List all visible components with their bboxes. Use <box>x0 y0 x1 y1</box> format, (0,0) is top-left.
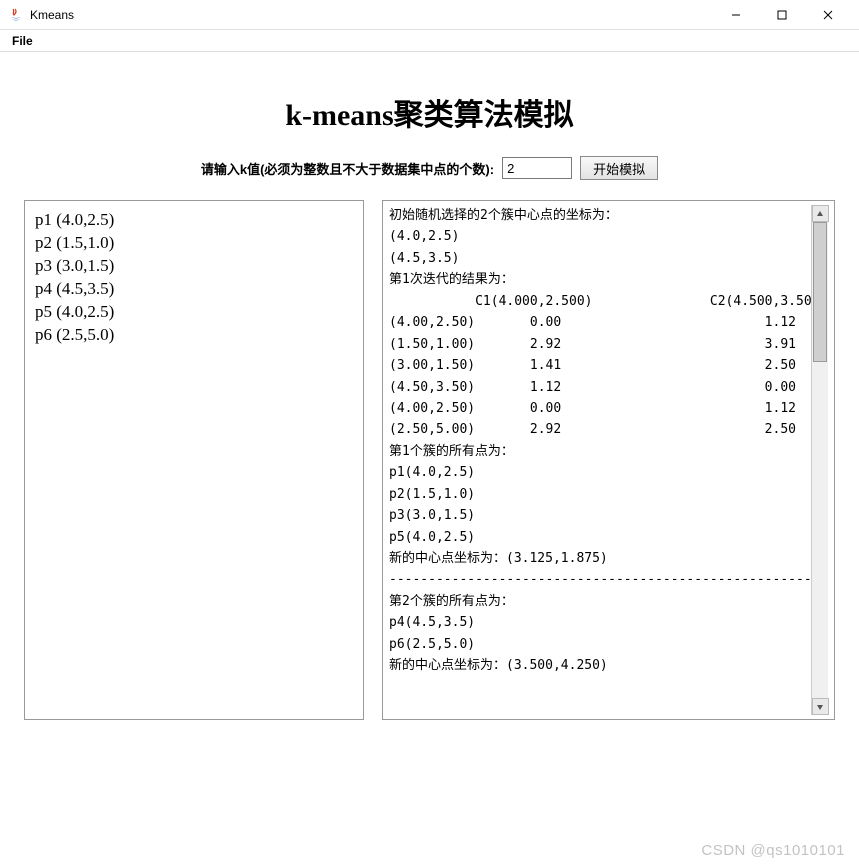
page-title: k-means聚类算法模拟 <box>24 90 835 134</box>
maximize-button[interactable] <box>759 0 805 30</box>
menu-file[interactable]: File <box>6 32 39 50</box>
watermark: CSDN @qs1010101 <box>701 842 845 859</box>
scroll-up-icon[interactable] <box>812 205 829 222</box>
k-input-label: 请输入k值(必须为整数且不大于数据集中点的个数): <box>201 159 494 178</box>
scroll-track[interactable] <box>812 222 828 698</box>
titlebar: Kmeans <box>0 0 859 30</box>
list-item: p4 (4.5,3.5) <box>35 279 353 299</box>
java-app-icon <box>8 7 24 23</box>
list-item: p2 (1.5,1.0) <box>35 233 353 253</box>
start-button[interactable]: 开始模拟 <box>580 156 658 180</box>
scroll-down-icon[interactable] <box>812 698 829 715</box>
output-scrollbar[interactable] <box>811 205 828 715</box>
input-row: 请输入k值(必须为整数且不大于数据集中点的个数): 开始模拟 <box>24 156 835 180</box>
menubar: File <box>0 30 859 52</box>
window-title: Kmeans <box>30 8 74 22</box>
output-panel: 初始随机选择的2个簇中心点的坐标为： (4.0,2.5) (4.5,3.5) 第… <box>382 200 835 720</box>
list-item: p1 (4.0,2.5) <box>35 210 353 230</box>
scroll-thumb[interactable] <box>813 222 827 362</box>
minimize-button[interactable] <box>713 0 759 30</box>
list-item: p6 (2.5,5.0) <box>35 325 353 345</box>
close-button[interactable] <box>805 0 851 30</box>
points-panel: p1 (4.0,2.5) p2 (1.5,1.0) p3 (3.0,1.5) p… <box>24 200 364 720</box>
list-item: p5 (4.0,2.5) <box>35 302 353 322</box>
output-text: 初始随机选择的2个簇中心点的坐标为： (4.0,2.5) (4.5,3.5) 第… <box>389 205 811 715</box>
k-input[interactable] <box>502 157 572 179</box>
list-item: p3 (3.0,1.5) <box>35 256 353 276</box>
